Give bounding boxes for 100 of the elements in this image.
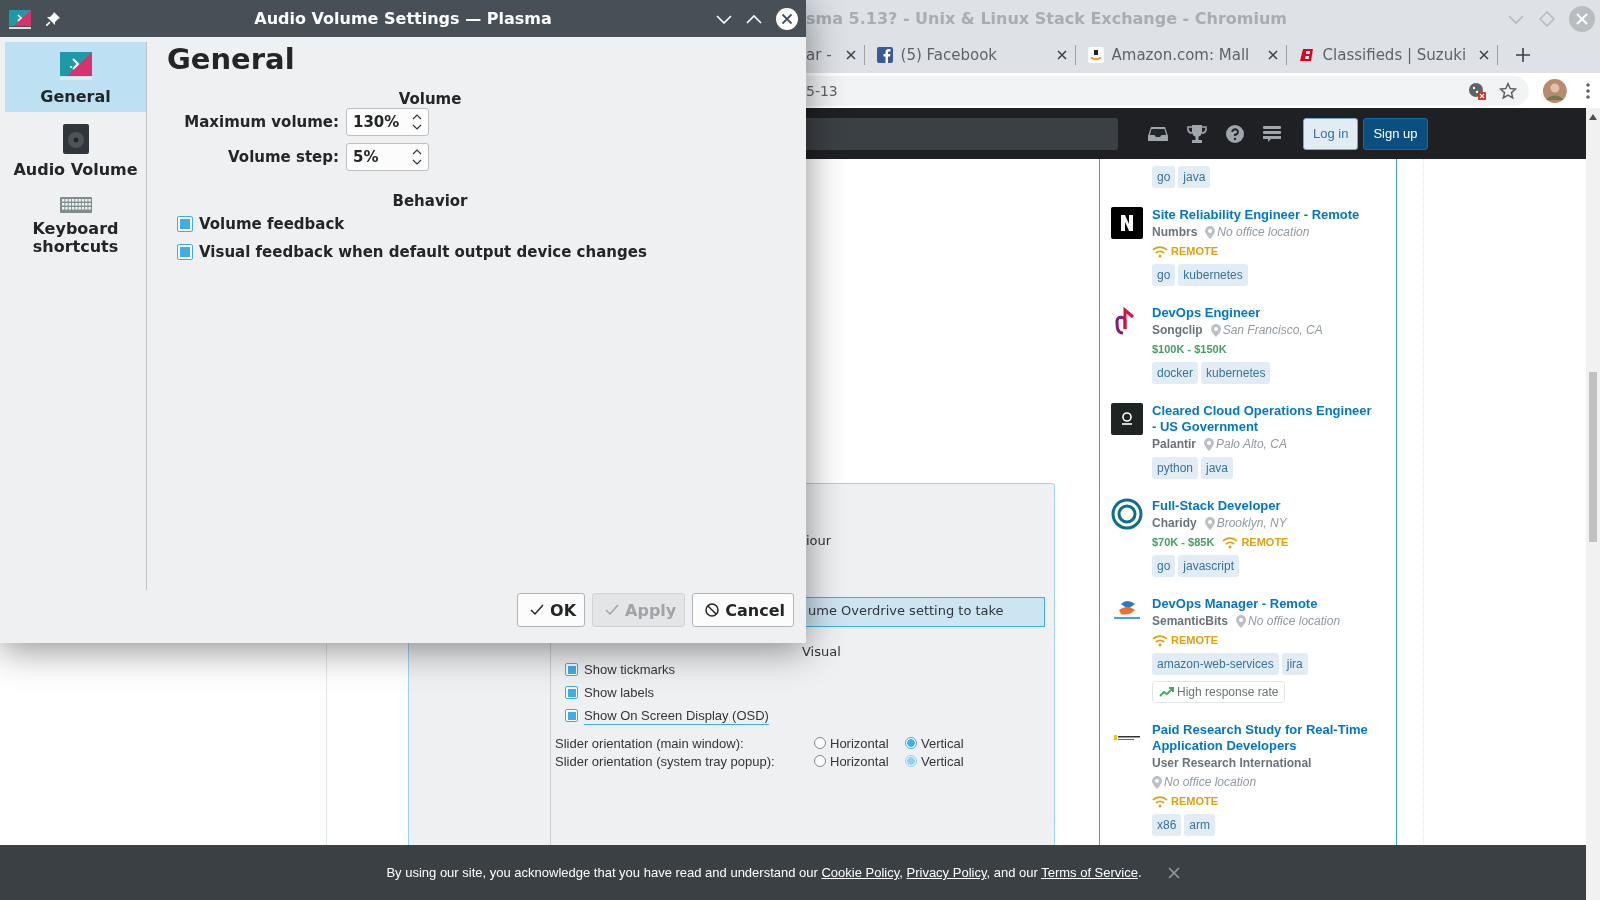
field-label: Slider orientation (system tray popup):	[555, 753, 776, 769]
tag[interactable]: go	[1152, 555, 1176, 577]
spin-arrows-icon[interactable]	[412, 113, 422, 131]
close-icon[interactable]	[776, 7, 798, 30]
cancel-button[interactable]: Cancel	[692, 593, 794, 627]
browser-tab[interactable]: ar -	[806, 40, 864, 70]
more-icon[interactable]	[1586, 82, 1590, 99]
job-title-link[interactable]: DevOps Manager - Remote	[1152, 596, 1318, 612]
stack-icon[interactable]	[1263, 124, 1281, 143]
tab-label: Amazon.com: Mall	[1111, 46, 1251, 64]
tag[interactable]: x86	[1152, 814, 1182, 836]
section-heading: Volume	[397, 90, 463, 108]
checkbox[interactable]	[565, 709, 578, 722]
radio-label: Horizontal	[830, 753, 889, 769]
pin-icon	[1152, 776, 1162, 789]
checkbox[interactable]	[177, 216, 193, 232]
location-text: No office location	[1164, 774, 1257, 791]
tag[interactable]: kubernetes	[1178, 264, 1248, 286]
browser-tab[interactable]: Classifieds | Suzuki	[1286, 40, 1497, 70]
radio-button[interactable]	[905, 737, 917, 749]
cookie-icon[interactable]	[1468, 81, 1487, 100]
ok-button[interactable]: OK	[517, 593, 586, 627]
group-heading: Visual	[801, 643, 842, 658]
spin-box[interactable]: 130%	[346, 108, 429, 136]
tag[interactable]: java	[1178, 166, 1211, 188]
info-message: ume Overdrive setting to take	[806, 597, 1045, 627]
company-name: User Research International	[1152, 755, 1312, 772]
close-icon[interactable]	[1478, 50, 1489, 60]
browser-tab[interactable]: (5) Facebook	[864, 40, 1075, 70]
checkbox[interactable]	[565, 686, 578, 699]
tag[interactable]: javascript	[1178, 555, 1240, 577]
scrollbar[interactable]	[1586, 108, 1600, 900]
trophy-icon[interactable]	[1187, 123, 1207, 144]
new-tab-icon[interactable]	[1515, 48, 1530, 62]
scrollbar-thumb[interactable]	[1589, 372, 1597, 542]
location-text: Palo Alto, CA	[1216, 436, 1287, 453]
search-field[interactable]	[806, 117, 1118, 150]
spin-box[interactable]: 5%	[346, 143, 429, 171]
close-icon[interactable]	[1167, 866, 1180, 879]
job-title-link[interactable]: DevOps Engineer	[1152, 305, 1261, 321]
avatar[interactable]	[1543, 78, 1568, 103]
job-title-link[interactable]: Cleared Cloud Operations Engineer - US Government	[1152, 403, 1374, 435]
job-title-link[interactable]: Paid Research Study for Real-Time Application Developers	[1152, 722, 1374, 754]
sidebar-item[interactable]: Audio Volume	[5, 112, 146, 185]
job-title-link[interactable]: Site Reliability Engineer - Remote	[1152, 207, 1360, 223]
sign-up-button[interactable]: Sign up	[1363, 117, 1428, 150]
tag[interactable]: go	[1152, 166, 1176, 188]
address-field[interactable]: 5-13	[806, 75, 1530, 106]
window-title: Audio Volume Settings — Plasma	[253, 9, 553, 28]
tag[interactable]: go	[1152, 264, 1176, 286]
company-logo[interactable]	[1111, 207, 1143, 239]
location-text: No office location	[1248, 613, 1341, 630]
browser-tab[interactable]: Amazon.com: Mall	[1075, 40, 1286, 70]
radio-label: Horizontal	[830, 735, 889, 751]
section-heading: Behavior	[391, 192, 469, 210]
inbox-icon[interactable]	[1148, 124, 1168, 143]
remote-label: REMOTE	[1171, 794, 1219, 809]
check-icon	[530, 603, 545, 617]
display-icon	[58, 51, 93, 81]
tab-label: Classifieds | Suzuki	[1322, 46, 1468, 64]
tag[interactable]: java	[1201, 457, 1234, 479]
radio-label: Vertical	[921, 735, 964, 751]
wifi-icon	[1152, 245, 1168, 258]
radio-button[interactable]	[814, 737, 826, 749]
tag[interactable]: docker	[1152, 362, 1199, 384]
tag[interactable]: python	[1152, 457, 1199, 479]
speaker-icon	[62, 124, 89, 154]
tag[interactable]: amazon-web-services	[1152, 653, 1279, 675]
location-text: Brooklyn, NY	[1216, 515, 1287, 532]
setting-label: iour	[805, 533, 833, 549]
tag[interactable]: arm	[1184, 814, 1216, 836]
job-title-link[interactable]: Full-Stack Developer	[1152, 498, 1281, 514]
minimize-icon[interactable]	[716, 13, 732, 24]
sidebar-item[interactable]: General	[5, 42, 146, 112]
radio-button[interactable]	[905, 755, 917, 767]
close-icon[interactable]	[845, 50, 856, 60]
sidebar-item[interactable]: Keyboard shortcuts	[5, 185, 146, 262]
log-in-button[interactable]: Log in	[1303, 117, 1359, 150]
policy-link[interactable]: Terms of Service	[1041, 865, 1138, 880]
checkbox[interactable]	[565, 663, 578, 676]
spin-arrows-icon[interactable]	[412, 148, 422, 166]
close-icon[interactable]	[1267, 50, 1278, 60]
cancel-icon	[705, 603, 720, 617]
tag[interactable]: kubernetes	[1201, 362, 1271, 384]
close-icon[interactable]	[1056, 50, 1067, 60]
pin-icon[interactable]	[46, 11, 60, 26]
company-name: SemanticBits	[1152, 613, 1229, 630]
remote-label: REMOTE	[1171, 244, 1219, 259]
star-icon[interactable]	[1499, 81, 1518, 100]
remote-label: REMOTE	[1171, 633, 1219, 648]
location-text: San Francisco, CA	[1222, 322, 1323, 339]
radio-button[interactable]	[814, 755, 826, 767]
tag[interactable]: jira	[1281, 653, 1308, 675]
checkbox[interactable]	[177, 244, 193, 260]
company-logo[interactable]	[1111, 403, 1143, 435]
checkbox-label: Volume feedback	[199, 215, 345, 233]
cookie-notice: By using our site, you acknowledge that you have read and understand our Cookie Policy, Privacy Policy, and our Terms of Service.	[386, 865, 1142, 880]
response-badge: High response rate	[1152, 681, 1286, 703]
scroll-up-icon[interactable]	[1589, 114, 1597, 120]
help-icon[interactable]	[1226, 124, 1244, 143]
